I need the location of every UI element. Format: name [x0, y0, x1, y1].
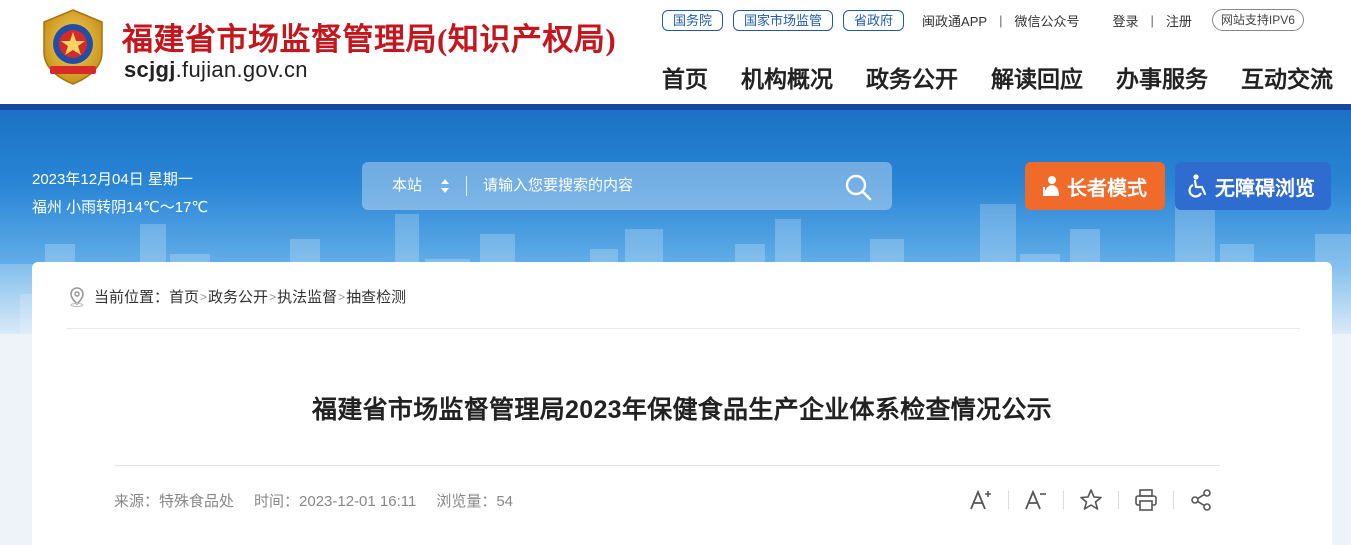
link-provincial-gov[interactable]: 省政府: [843, 9, 905, 31]
link-mzt-app[interactable]: 闽政通APP: [922, 11, 987, 30]
site-domain-suffix: .fujian.gov.cn: [175, 57, 308, 82]
tool-separator: [1063, 491, 1064, 509]
accessibility-label: 无障碍浏览: [1215, 177, 1315, 200]
tool-separator: [1118, 491, 1119, 509]
weather: 福州 小雨转阴14℃～17℃: [32, 199, 209, 216]
location-pin-icon: [70, 286, 84, 307]
banner-top-bar: [0, 104, 1351, 110]
article-tools: [968, 487, 1214, 513]
top-links: 国务院 国家市场监管 省政府 闽政通APP | 微信公众号 登录 | 注册 网站…: [662, 9, 1304, 31]
font-larger-icon[interactable]: [968, 487, 994, 513]
link-state-council[interactable]: 国务院: [662, 9, 724, 31]
site-domain-prefix: scjgj: [124, 57, 176, 82]
article-title: 福建省市场监督管理局2023年保健食品生产企业体系检查情况公示: [312, 396, 1052, 424]
ipv6-badge: 网站支持IPV6: [1211, 9, 1304, 31]
favorite-icon[interactable]: [1078, 487, 1104, 513]
article-source: 来源：特殊食品处: [114, 493, 235, 510]
tool-separator: [1173, 491, 1174, 509]
date-weather: 2023年12月04日 星期一 福州 小雨转阴14℃～17℃: [32, 166, 208, 222]
breadcrumb-inspection[interactable]: 抽查检测: [346, 286, 406, 307]
nav-interaction[interactable]: 互动交流: [1241, 60, 1333, 94]
main-nav: 首页 机构概况 政务公开 解读回应 办事服务 互动交流: [629, 60, 1333, 94]
accessibility-button[interactable]: 无障碍浏览: [1175, 162, 1331, 210]
site-domain: scjgj.fujian.gov.cn: [124, 57, 308, 83]
article-time: 时间：2023-12-01 16:11: [254, 493, 417, 510]
breadcrumb-prefix: 当前位置：: [94, 289, 170, 306]
link-samr[interactable]: 国家市场监管: [733, 9, 834, 31]
elder-mode-label: 长者模式: [1067, 177, 1147, 200]
nav-gov-affairs[interactable]: 政务公开: [866, 60, 958, 94]
print-icon[interactable]: [1133, 487, 1159, 513]
breadcrumb: 当前位置： 首页 > 政务公开 > 执法监督 > 抽查检测: [68, 286, 406, 307]
breadcrumb-sep: >: [338, 289, 346, 304]
elder-icon: [1043, 176, 1059, 196]
separator: |: [999, 12, 1003, 28]
divider: [114, 465, 1220, 466]
nav-home[interactable]: 首页: [662, 60, 708, 94]
font-smaller-icon[interactable]: [1023, 487, 1049, 513]
search-scope-select[interactable]: 本站: [392, 162, 422, 210]
wheelchair-icon: [1188, 174, 1207, 198]
elder-mode-button[interactable]: 长者模式: [1025, 162, 1165, 210]
article-views: 浏览量：54: [436, 493, 514, 510]
divider: [66, 328, 1300, 329]
sort-arrows-icon[interactable]: [440, 178, 450, 194]
breadcrumb-sep: >: [269, 289, 277, 304]
nav-services[interactable]: 办事服务: [1116, 60, 1208, 94]
content-card: 当前位置： 首页 > 政务公开 > 执法监督 > 抽查检测 福建省市场监督管理局…: [32, 262, 1332, 545]
breadcrumb-home[interactable]: 首页: [169, 286, 199, 307]
nav-interpretation[interactable]: 解读回应: [991, 60, 1083, 94]
login-link[interactable]: 登录: [1112, 11, 1138, 30]
current-date: 2023年12月04日 星期一: [32, 171, 193, 188]
link-wechat[interactable]: 微信公众号: [1014, 11, 1079, 30]
register-link[interactable]: 注册: [1166, 11, 1192, 30]
search-divider: [466, 176, 467, 196]
search-icon[interactable]: [844, 173, 872, 201]
breadcrumb-sep: >: [200, 289, 208, 304]
search-bar: 本站 请输入您要搜索的内容: [362, 162, 892, 210]
site-header: 福建省市场监督管理局(知识产权局) scjgj.fujian.gov.cn 国务…: [0, 0, 1351, 104]
breadcrumb-enforcement[interactable]: 执法监督: [277, 286, 337, 307]
search-input[interactable]: 请输入您要搜索的内容: [483, 162, 823, 210]
breadcrumb-gov-affairs[interactable]: 政务公开: [208, 286, 268, 307]
police-emblem-logo[interactable]: [36, 8, 110, 86]
article-meta: 来源：特殊食品处 时间：2023-12-01 16:11 浏览量：54: [114, 490, 533, 511]
tool-separator: [1008, 491, 1009, 509]
separator: |: [1150, 12, 1154, 28]
nav-about[interactable]: 机构概况: [741, 60, 833, 94]
share-icon[interactable]: [1188, 487, 1214, 513]
site-title[interactable]: 福建省市场监督管理局(知识产权局): [122, 14, 616, 59]
